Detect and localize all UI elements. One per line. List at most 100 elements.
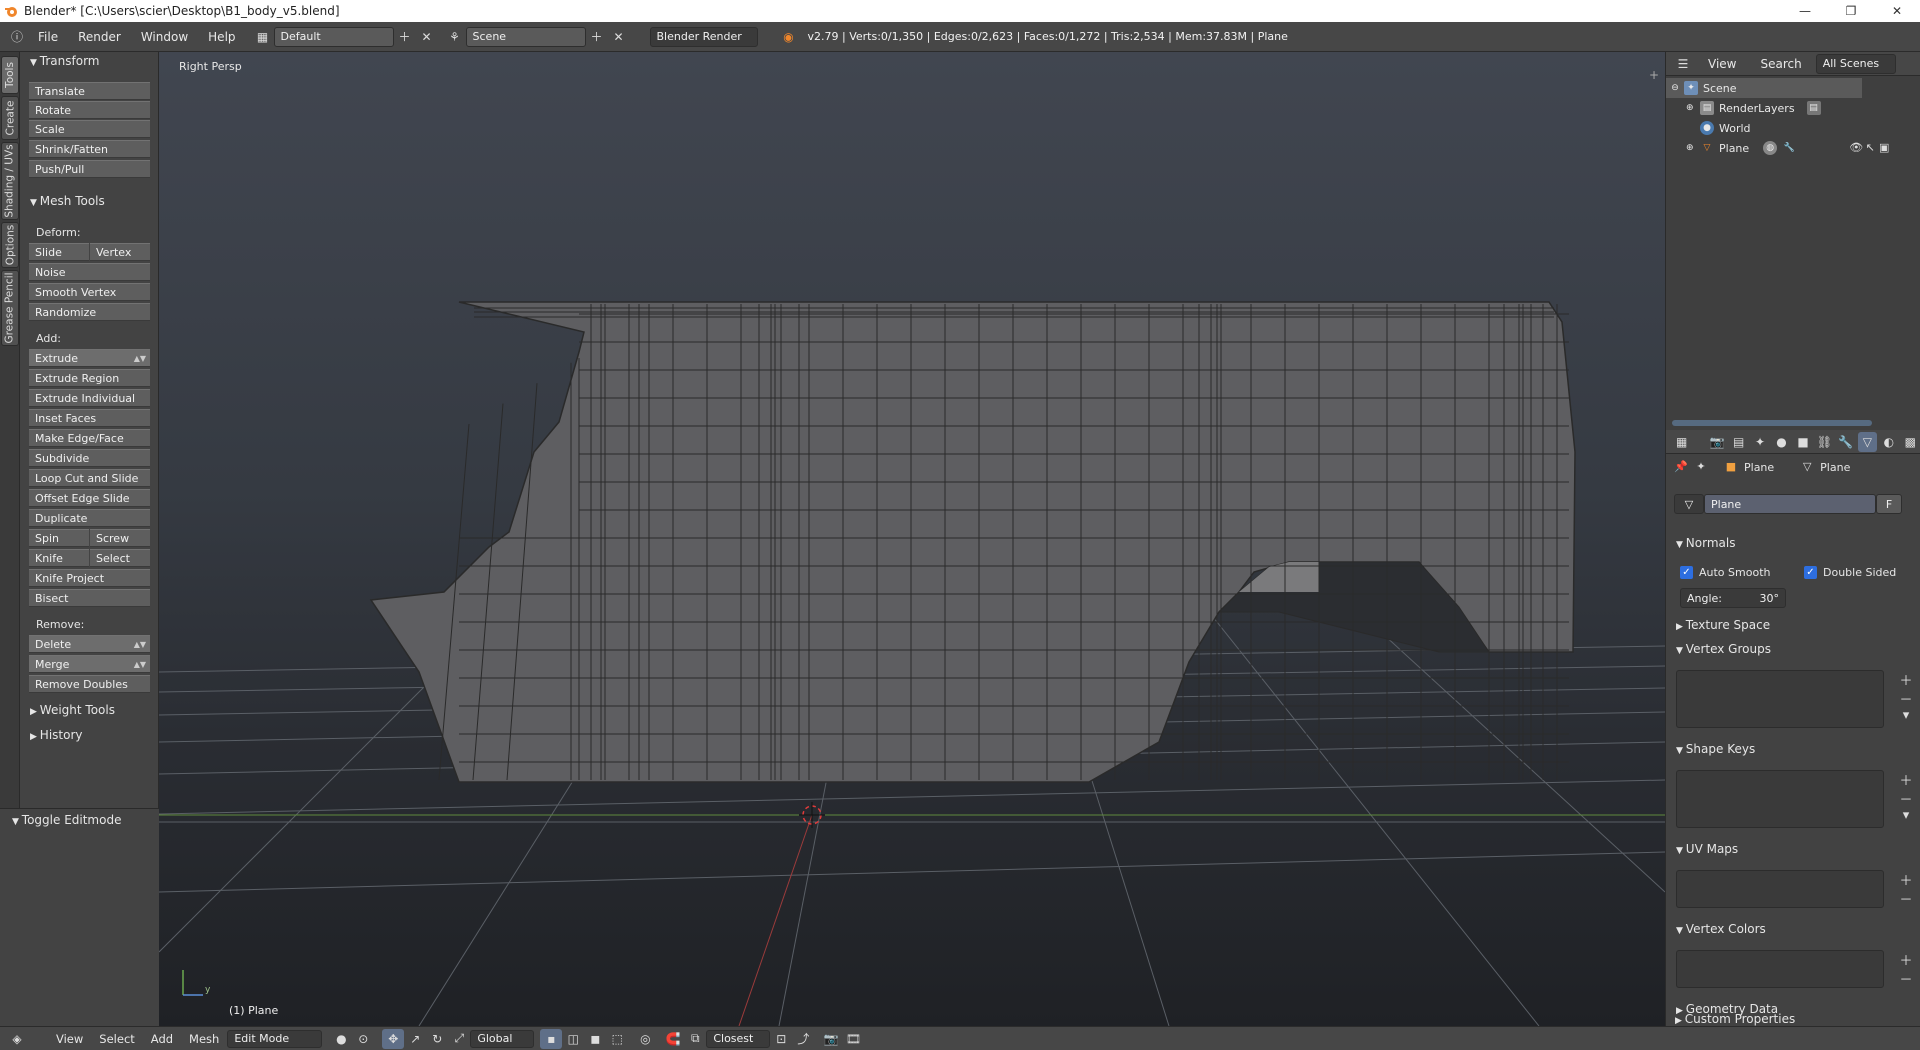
- add-icon[interactable]: ＋: [1898, 670, 1914, 689]
- remove-icon[interactable]: －: [1898, 969, 1914, 988]
- modifiers-tab-icon[interactable]: 🔧: [1836, 432, 1855, 452]
- outliner-row-world[interactable]: ● World: [1666, 118, 1920, 138]
- snap-element-icon[interactable]: ⧉: [684, 1029, 706, 1049]
- outliner-filter-select[interactable]: All Scenes: [1815, 53, 1896, 74]
- 3d-viewport[interactable]: y Right Persp + (1) Plane: [159, 52, 1665, 1026]
- outliner-search-menu[interactable]: Search: [1750, 52, 1811, 76]
- snap-target-select[interactable]: Closest: [706, 1029, 771, 1048]
- screw-button[interactable]: Screw: [90, 529, 150, 547]
- translate-button[interactable]: Translate: [29, 82, 150, 100]
- noise-button[interactable]: Noise: [29, 263, 150, 281]
- extrude-region-button[interactable]: Extrude Region: [29, 369, 150, 387]
- texture-space-panel-header[interactable]: Texture Space: [1676, 618, 1770, 632]
- weight-tools-panel-header[interactable]: Weight Tools: [30, 703, 115, 717]
- properties-editor-icon[interactable]: ▦: [1672, 432, 1691, 452]
- extrude-button[interactable]: Extrude ▲▼: [29, 349, 150, 367]
- vertex-groups-panel-header[interactable]: Vertex Groups: [1676, 642, 1771, 656]
- tab-shading-uvs[interactable]: Shading / UVs: [1, 142, 19, 220]
- manipulator-toggle-icon[interactable]: ✥: [382, 1028, 405, 1049]
- knife-project-button[interactable]: Knife Project: [29, 569, 150, 587]
- menu-render[interactable]: Render: [68, 22, 131, 52]
- add-layout-icon[interactable]: ＋: [394, 27, 416, 47]
- knife-button[interactable]: Knife: [29, 549, 89, 567]
- tab-tools[interactable]: Tools: [1, 56, 19, 94]
- render-tab-icon[interactable]: 📷: [1707, 432, 1726, 452]
- object-tab-icon[interactable]: ■: [1793, 432, 1812, 452]
- layout-field[interactable]: Default: [273, 26, 394, 47]
- vertex-colors-panel-header[interactable]: Vertex Colors: [1676, 922, 1766, 936]
- translate-manipulator-icon[interactable]: ↗: [404, 1029, 426, 1049]
- remove-layout-icon[interactable]: ✕: [416, 27, 438, 47]
- merge-button[interactable]: Merge ▲▼: [29, 655, 150, 673]
- texture-tab-icon[interactable]: ▩: [1901, 432, 1920, 452]
- scale-button[interactable]: Scale: [29, 120, 150, 138]
- offset-edge-slide-button[interactable]: Offset Edge Slide: [29, 489, 150, 507]
- tab-create[interactable]: Create: [1, 96, 19, 140]
- menu-icon[interactable]: ▾: [1898, 708, 1914, 723]
- toggle-editmode-header[interactable]: Toggle Editmode: [12, 813, 122, 827]
- subdivide-button[interactable]: Subdivide: [29, 449, 150, 467]
- edge-select-mode-icon[interactable]: ◫: [562, 1029, 584, 1049]
- 3d-view-editor-icon[interactable]: ◈: [6, 1029, 28, 1049]
- mesh-tools-panel-header[interactable]: Mesh Tools: [30, 194, 105, 208]
- render-layers-tab-icon[interactable]: ▤: [1729, 432, 1748, 452]
- scene-field[interactable]: Scene: [465, 26, 586, 47]
- menu-help[interactable]: Help: [198, 22, 245, 52]
- proportional-edit-icon[interactable]: ◎: [634, 1029, 656, 1049]
- face-select-mode-icon[interactable]: ◼: [584, 1029, 606, 1049]
- smooth-vertex-button[interactable]: Smooth Vertex: [29, 283, 150, 301]
- add-icon[interactable]: ＋: [1898, 870, 1914, 889]
- shrink-fatten-button[interactable]: Shrink/Fatten: [29, 140, 150, 158]
- tab-options[interactable]: Options: [1, 222, 19, 268]
- close-icon[interactable]: ✕: [1874, 0, 1920, 22]
- remove-icon[interactable]: －: [1898, 789, 1914, 808]
- outliner-view-menu[interactable]: View: [1698, 52, 1746, 76]
- shading-mode-icon[interactable]: ●: [330, 1029, 352, 1049]
- renderable-camera-icon[interactable]: ▣: [1877, 141, 1891, 155]
- expand-icon[interactable]: ⊕: [1686, 103, 1700, 113]
- push-pull-button[interactable]: Push/Pull: [29, 160, 150, 178]
- vertex-colors-list[interactable]: [1676, 950, 1884, 988]
- auto-smooth-checkbox[interactable]: ✓ Auto Smooth: [1680, 566, 1770, 579]
- vertex-groups-list[interactable]: [1676, 670, 1884, 728]
- outliner-row-renderlayers[interactable]: ⊕ ▤ RenderLayers ▤: [1666, 98, 1920, 118]
- mode-select[interactable]: Edit Mode: [227, 1029, 323, 1048]
- remove-scene-icon[interactable]: ✕: [608, 27, 630, 47]
- material-tab-icon[interactable]: ◐: [1879, 432, 1898, 452]
- custom-properties-panel-header[interactable]: Custom Properties: [1675, 1012, 1795, 1026]
- remove-doubles-button[interactable]: Remove Doubles: [29, 675, 150, 693]
- uv-maps-list[interactable]: [1676, 870, 1884, 908]
- remove-icon[interactable]: －: [1898, 689, 1914, 708]
- menu-select[interactable]: Select: [91, 1032, 142, 1046]
- spin-button[interactable]: Spin: [29, 529, 89, 547]
- scene-tab-icon[interactable]: ✦: [1750, 432, 1769, 452]
- opengl-anim-icon[interactable]: 🎞: [842, 1029, 864, 1049]
- snap-options-icon[interactable]: ⊡: [770, 1029, 792, 1049]
- remove-icon[interactable]: －: [1898, 889, 1914, 908]
- slide-vertex-button[interactable]: Vertex: [90, 243, 150, 261]
- tab-grease-pencil[interactable]: Grease Pencil: [1, 270, 19, 346]
- menu-window[interactable]: Window: [131, 22, 198, 52]
- knife-select-button[interactable]: Select: [90, 549, 150, 567]
- slide-edge-button[interactable]: Slide Edge: [29, 243, 89, 276]
- viewport-corner-icon[interactable]: +: [1649, 68, 1659, 82]
- history-panel-header[interactable]: History: [30, 728, 83, 742]
- restore-icon[interactable]: ❐: [1828, 0, 1874, 22]
- loop-cut-slide-button[interactable]: Loop Cut and Slide: [29, 469, 150, 487]
- render-engine-select[interactable]: Blender Render: [649, 26, 758, 47]
- outliner-scrollbar[interactable]: [1672, 420, 1872, 426]
- world-tab-icon[interactable]: ●: [1772, 432, 1791, 452]
- outliner-row-plane[interactable]: ⊕ ▽ Plane ◍ 🔧 👁 ↖ ▣: [1666, 138, 1920, 158]
- add-scene-icon[interactable]: ＋: [586, 27, 608, 47]
- expand-icon[interactable]: ⊖: [1666, 83, 1684, 93]
- transform-orientation-select[interactable]: Global: [470, 1029, 535, 1048]
- minimize-icon[interactable]: —: [1782, 0, 1828, 22]
- snap-toggle-icon[interactable]: 🧲: [662, 1029, 684, 1049]
- shape-keys-panel-header[interactable]: Shape Keys: [1676, 742, 1755, 756]
- mesh-data-tab-icon[interactable]: ▽: [1857, 431, 1878, 452]
- pivot-point-icon[interactable]: ⊙: [352, 1029, 374, 1049]
- visibility-eye-icon[interactable]: 👁: [1849, 141, 1863, 155]
- uv-maps-panel-header[interactable]: UV Maps: [1676, 842, 1738, 856]
- project-individual-icon[interactable]: ⤴: [792, 1029, 814, 1049]
- double-sided-checkbox[interactable]: ✓ Double Sided: [1804, 566, 1896, 579]
